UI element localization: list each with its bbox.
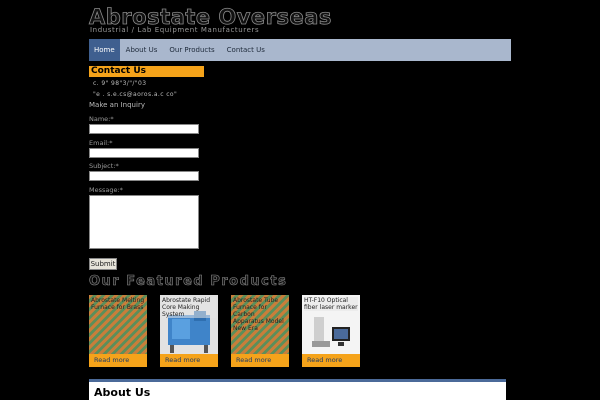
product-card-tube-furnace[interactable]: Abrostate Tube Furnace for Carbon Appara… bbox=[231, 295, 289, 367]
read-more-link[interactable]: Read more bbox=[89, 354, 147, 367]
product-name[interactable]: HT-F10 Optical fiber laser marker bbox=[304, 297, 358, 311]
name-field[interactable] bbox=[89, 124, 199, 134]
message-field[interactable] bbox=[89, 195, 199, 249]
make-inquiry-label: Make an Inquiry bbox=[89, 101, 145, 109]
read-more-link[interactable]: Read more bbox=[160, 354, 218, 367]
subject-field[interactable] bbox=[89, 171, 199, 181]
contact-phone: c. 9" 98"3/"/"03 bbox=[93, 80, 147, 87]
nav-home[interactable]: Home bbox=[89, 39, 120, 61]
main-nav: Home About Us Our Products Contact Us bbox=[89, 39, 511, 61]
about-section: About Us bbox=[89, 382, 506, 400]
product-name[interactable]: Abrostate Melting Furnace for Brass bbox=[91, 297, 145, 311]
product-name[interactable]: Abrostate Tube Furnace for Carbon Appara… bbox=[233, 297, 287, 332]
nav-our-products[interactable]: Our Products bbox=[163, 39, 220, 61]
product-name[interactable]: Abrostate Rapid Core Making System bbox=[162, 297, 216, 318]
nav-contact-us[interactable]: Contact Us bbox=[221, 39, 271, 61]
product-card-melting-furnace[interactable]: Abrostate Melting Furnace for Brass Read… bbox=[89, 295, 147, 367]
contact-heading: Contact Us bbox=[89, 66, 204, 77]
product-card-core-making[interactable]: Abrostate Rapid Core Making System Read … bbox=[160, 295, 218, 367]
read-more-link[interactable]: Read more bbox=[302, 354, 360, 367]
site-tagline: Industrial / Lab Equipment Manufacturers bbox=[90, 26, 260, 34]
featured-products-heading: Our Featured Products bbox=[89, 274, 288, 290]
submit-button[interactable]: Submit bbox=[89, 258, 117, 270]
name-label: Name:* bbox=[89, 115, 114, 123]
message-label: Message:* bbox=[89, 186, 123, 194]
contact-email[interactable]: "e . s.e.cs@aoros.a.c co" bbox=[93, 91, 177, 98]
read-more-link[interactable]: Read more bbox=[231, 354, 289, 367]
nav-about-us[interactable]: About Us bbox=[120, 39, 164, 61]
about-heading: About Us bbox=[94, 386, 151, 399]
email-field[interactable] bbox=[89, 148, 199, 158]
subject-label: Subject:* bbox=[89, 162, 119, 170]
email-label: Email:* bbox=[89, 139, 113, 147]
product-card-laser-marker[interactable]: HT-F10 Optical fiber laser marker Read m… bbox=[302, 295, 360, 367]
